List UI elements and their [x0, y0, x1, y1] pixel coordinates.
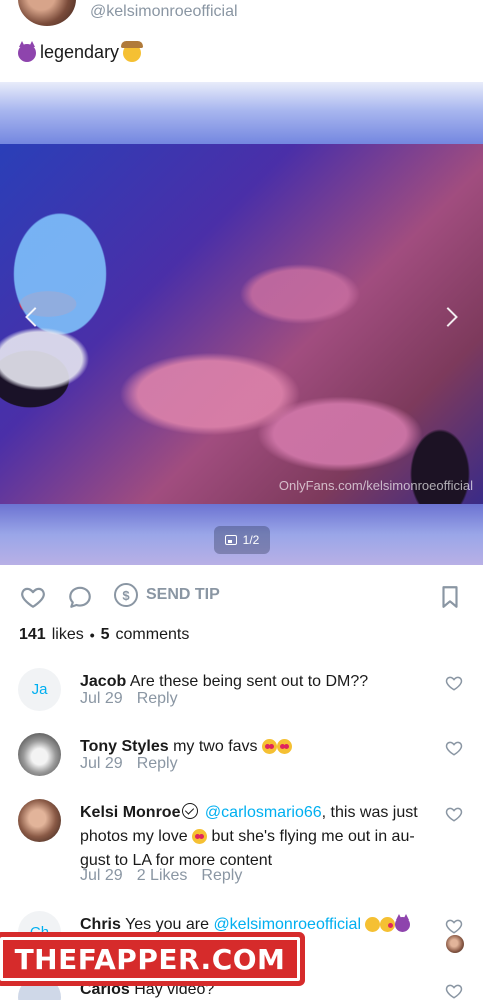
comment-body: Carlos Hay video?: [80, 978, 425, 1000]
comment-author[interactable]: Jacob: [80, 673, 126, 690]
post-photo[interactable]: [0, 144, 483, 504]
comment-meta: Jul 29 Reply: [80, 690, 178, 708]
reply-button[interactable]: Reply: [137, 690, 178, 708]
commenter-avatar[interactable]: [18, 799, 61, 842]
site-watermark-banner: THEFAPPER.COM: [0, 937, 300, 981]
verified-icon: [182, 803, 199, 819]
comment-body: Kelsi Monroe @carlosmario66, this was ju…: [80, 801, 425, 873]
smirk-emoji-icon: [365, 917, 381, 933]
media-counter-text: 1/2: [242, 533, 260, 547]
comment-icon[interactable]: [67, 584, 93, 610]
comment-author[interactable]: Tony Styles: [80, 738, 169, 755]
comment-text: Are these being sent out to DM??: [129, 673, 369, 690]
comment-meta: Jul 29 Reply: [80, 755, 178, 773]
image-icon: [224, 535, 237, 545]
bookmark-icon[interactable]: [437, 584, 463, 610]
comment-heart-icon[interactable]: [445, 982, 463, 1000]
comment-author[interactable]: Carlos: [80, 981, 130, 998]
comment-text: , this was just: [321, 804, 418, 821]
devil-emoji-icon: [18, 40, 36, 62]
stats-separator: •: [89, 627, 95, 643]
caption-text: legendary: [40, 42, 120, 62]
media-counter: 1/2: [214, 526, 270, 554]
comment-text: but she's flying me out in au-: [211, 828, 415, 845]
author-avatar[interactable]: [18, 0, 76, 26]
commenter-avatar[interactable]: Ja: [18, 668, 61, 711]
kiss-emoji-icon: [380, 917, 396, 933]
post-stats: 141 likes • 5 comments: [19, 626, 189, 644]
comment-text: Hay video?: [134, 981, 215, 998]
post-actions: $ SEND TIP: [0, 578, 483, 614]
heart-eyes-emoji-icon: [262, 739, 277, 755]
banner-text: THEFAPPER.COM: [14, 942, 286, 976]
likes-label: likes: [51, 626, 84, 643]
comment-item: Tony Styles my two favs Jul 29 Reply: [0, 733, 483, 783]
author-handle[interactable]: @kelsimonroeofficial: [90, 3, 238, 21]
reply-button[interactable]: Reply: [201, 867, 242, 885]
devil-emoji-icon: [395, 914, 411, 933]
comment-heart-icon[interactable]: [445, 674, 463, 692]
heart-icon[interactable]: [20, 584, 46, 610]
comment-text: photos my love: [80, 828, 188, 845]
comment-heart-icon[interactable]: [445, 739, 463, 757]
comment-body: Chris Yes you are @kelsimonroeofficial: [80, 913, 425, 937]
comment-author[interactable]: Kelsi Monroe: [80, 804, 180, 821]
send-tip-label: SEND TIP: [146, 586, 220, 603]
comments-label: comments: [115, 626, 190, 643]
comment-heart-icon[interactable]: [445, 805, 463, 823]
comment-meta: Jul 29 2 Likes Reply: [80, 867, 242, 885]
reply-button[interactable]: Reply: [137, 755, 178, 773]
comment-mention[interactable]: @kelsimonroeofficial: [213, 916, 361, 933]
liked-by-avatar: [446, 935, 464, 953]
comment-item: Kelsi Monroe @carlosmario66, this was ju…: [0, 799, 483, 899]
commenter-avatar[interactable]: [18, 733, 61, 776]
comments-count[interactable]: 5: [101, 626, 110, 644]
post-header: @kelsimonroeofficial: [0, 0, 483, 30]
comment-mention[interactable]: @carlosmario66: [205, 804, 322, 821]
send-tip-button[interactable]: $ SEND TIP: [114, 583, 220, 607]
comment-text: Yes you are: [125, 916, 209, 933]
media-blur-top: [0, 82, 483, 144]
dollar-icon: $: [114, 583, 138, 607]
comment-item: Ja Jacob Are these being sent out to DM?…: [0, 668, 483, 718]
comment-date: Jul 29: [80, 867, 123, 884]
heart-eyes-emoji-icon: [277, 739, 292, 755]
media-watermark: OnlyFans.com/kelsimonroeofficial: [278, 478, 473, 493]
likes-count[interactable]: 141: [19, 626, 46, 644]
cowboy-emoji-icon: [121, 40, 144, 62]
post-media-carousel[interactable]: OnlyFans.com/kelsimonroeofficial 1/2: [0, 82, 483, 565]
comment-date: Jul 29: [80, 755, 123, 772]
comment-author[interactable]: Chris: [80, 916, 121, 933]
comment-date: Jul 29: [80, 690, 123, 707]
comment-heart-icon[interactable]: [445, 917, 463, 935]
comment-text: my two favs: [173, 738, 258, 755]
post-caption: legendary: [18, 40, 144, 63]
heart-eyes-emoji-icon: [192, 829, 208, 845]
comment-likes[interactable]: 2 Likes: [137, 867, 188, 885]
